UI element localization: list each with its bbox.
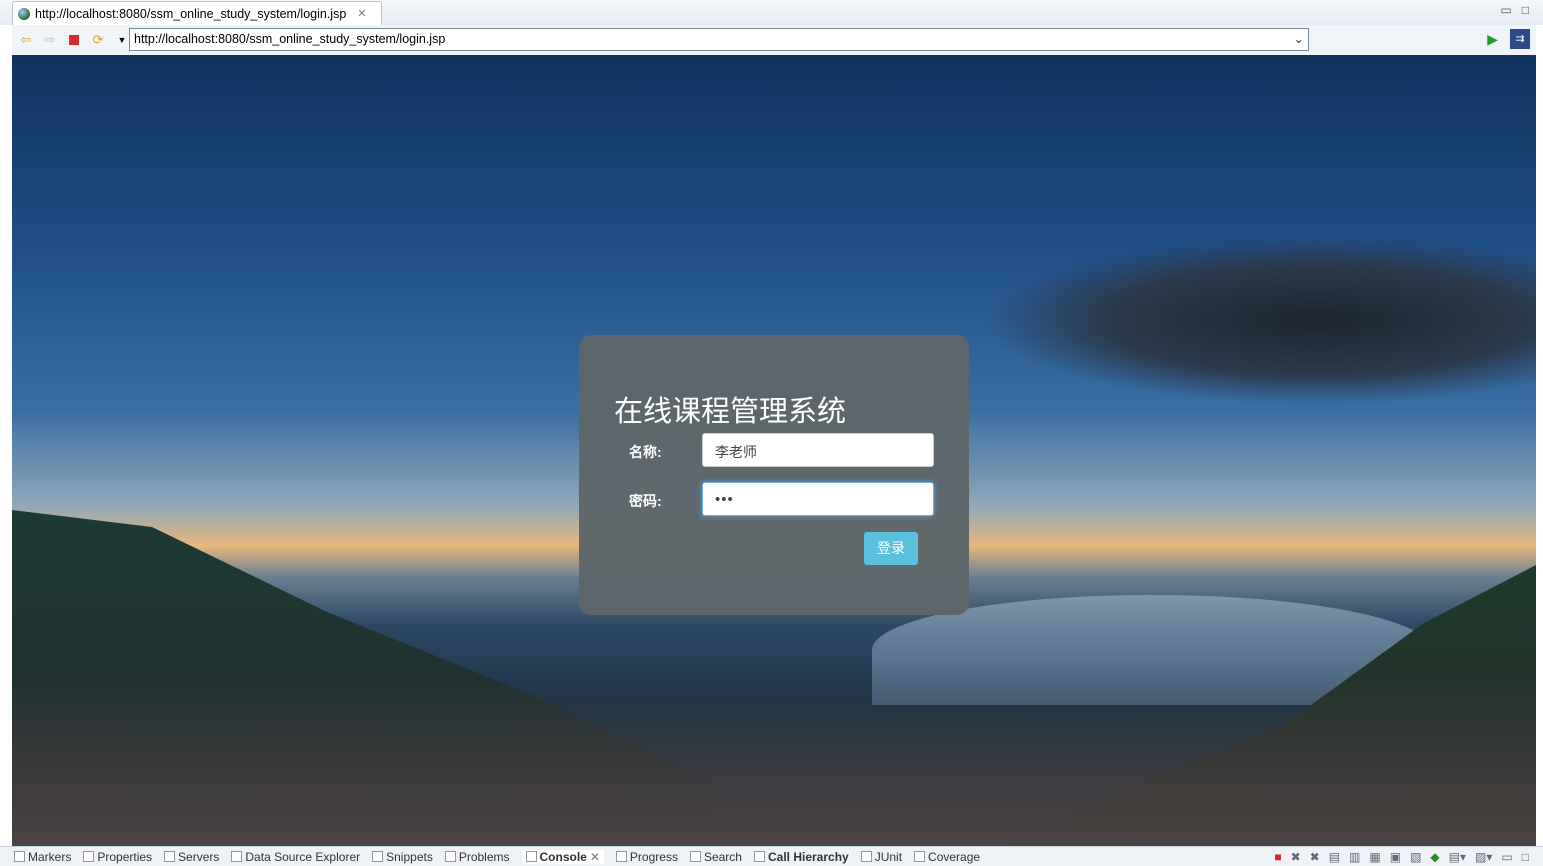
close-icon[interactable]: ✕ [590,850,600,864]
tab-data-source-explorer[interactable]: Data Source Explorer [231,850,360,864]
tab-properties[interactable]: Properties [83,850,152,864]
tab-label: Properties [97,850,152,864]
stop-icon[interactable] [66,32,82,48]
tab-progress[interactable]: Progress [616,850,678,864]
go-icon[interactable]: ▶ [1487,31,1498,48]
tab-search[interactable]: Search [690,850,742,864]
word-wrap-icon[interactable]: ▥ [1349,850,1360,864]
clear-console-icon[interactable]: ▧ [1410,850,1421,864]
globe-icon [18,8,30,20]
tab-label: Console [540,850,587,864]
terminate-icon[interactable]: ■ [1274,850,1281,864]
maximize-icon[interactable]: □ [1522,850,1529,864]
properties-icon [83,851,94,862]
tab-call-hierarchy[interactable]: Call Hierarchy [754,850,849,864]
show-console-icon[interactable]: ▦ [1369,850,1380,864]
tab-label: Search [704,850,742,864]
problems-icon [445,851,456,862]
tab-markers[interactable]: Markers [14,850,71,864]
browser-tab[interactable]: http://localhost:8080/ssm_online_study_s… [12,1,382,25]
page-title: 在线课程管理系统 [614,388,846,430]
password-input[interactable]: ••• [702,482,934,516]
servers-icon [164,851,175,862]
progress-icon [616,851,627,862]
cloud-decoration [982,235,1536,405]
tab-label: Snippets [386,850,433,864]
tab-label: Problems [459,850,510,864]
data-source-icon [231,851,242,862]
new-console-icon[interactable]: ▨▾ [1475,850,1492,864]
pin-console-icon[interactable]: ▣ [1390,850,1401,864]
browser-tab-bar: http://localhost:8080/ssm_online_study_s… [0,0,1543,25]
tab-label: JUnit [875,850,902,864]
url-text: http://localhost:8080/ssm_online_study_s… [134,32,445,46]
tab-label: Markers [28,850,71,864]
back-icon[interactable]: ⇦ [18,32,34,48]
open-console-icon[interactable]: ◆ [1430,850,1439,864]
scroll-lock-icon[interactable]: ▤ [1329,850,1340,864]
tab-console[interactable]: Console ✕ [522,850,604,864]
close-icon[interactable]: ✕ [357,7,366,20]
tab-title: http://localhost:8080/ssm_online_study_s… [35,7,346,21]
minimize-icon[interactable]: ▭ [1501,850,1512,864]
remove-all-icon[interactable]: ✖ [1310,850,1320,864]
password-label: 密码: [629,491,662,511]
name-input[interactable]: 李老师 [702,433,934,467]
tab-label: Progress [630,850,678,864]
remove-launch-icon[interactable]: ✖ [1291,850,1301,864]
tab-junit[interactable]: JUnit [861,850,902,864]
coverage-icon [914,851,925,862]
login-button[interactable]: 登录 [864,532,918,565]
tab-servers[interactable]: Servers [164,850,219,864]
forward-icon[interactable]: ⇨ [42,32,58,48]
minimize-icon[interactable]: ▭ [1500,3,1511,17]
tab-label: Servers [178,850,219,864]
login-panel: 在线课程管理系统 名称: 李老师 密码: ••• 登录 [579,335,969,615]
search-icon [690,851,701,862]
junit-icon [861,851,872,862]
tab-label: Data Source Explorer [245,850,360,864]
call-hierarchy-icon [754,851,765,862]
tab-label: Call Hierarchy [768,850,849,864]
external-browser-icon[interactable]: ⇉ [1510,29,1530,49]
snippets-icon [372,851,383,862]
maximize-icon[interactable]: □ [1522,3,1529,17]
browser-toolbar: ⇦ ⇨ ⟳ ▼ http://localhost:8080/ssm_online… [12,25,1536,55]
town-decoration [12,676,1536,846]
tab-problems[interactable]: Problems [445,850,510,864]
tab-snippets[interactable]: Snippets [372,850,433,864]
chevron-down-icon[interactable]: ⌄ [1294,31,1304,46]
page-background: 在线课程管理系统 名称: 李老师 密码: ••• 登录 [12,55,1536,846]
name-label: 名称: [629,442,662,462]
markers-icon [14,851,25,862]
tab-coverage[interactable]: Coverage [914,850,980,864]
url-input[interactable]: http://localhost:8080/ssm_online_study_s… [129,28,1309,51]
console-icon [526,851,537,862]
eclipse-views-bar: Markers Properties Servers Data Source E… [0,846,1543,866]
tab-label: Coverage [928,850,980,864]
display-console-icon[interactable]: ▤▾ [1449,850,1466,864]
chevron-down-icon[interactable]: ▼ [114,32,130,48]
refresh-icon[interactable]: ⟳ [90,32,106,48]
